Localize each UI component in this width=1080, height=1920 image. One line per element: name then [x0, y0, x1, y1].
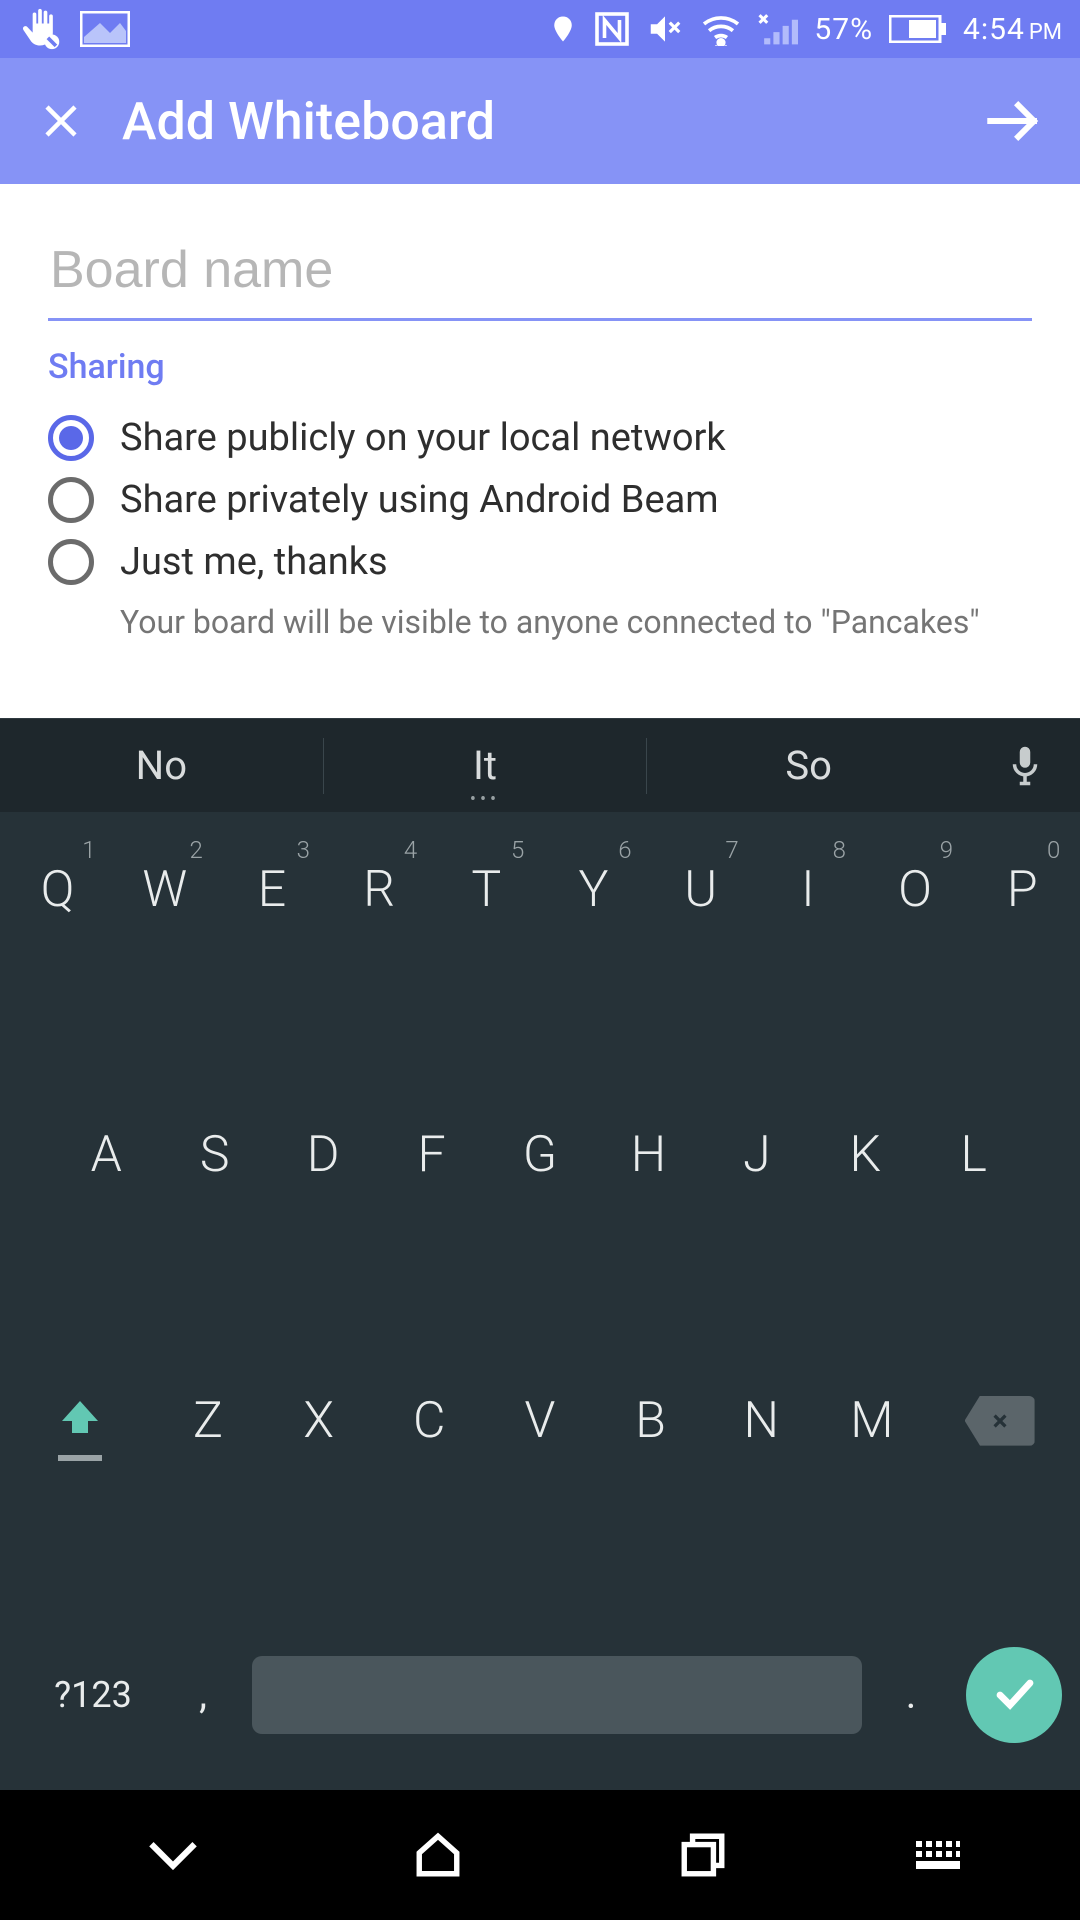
battery-percent: 57% — [814, 12, 873, 47]
screenshot-icon — [80, 11, 130, 47]
battery-icon — [889, 15, 947, 43]
sharing-label: Sharing — [48, 347, 1032, 387]
navigation-bar — [0, 1790, 1080, 1920]
suggestion-2[interactable]: It — [324, 719, 647, 812]
keyboard-toggle-icon[interactable] — [908, 1840, 968, 1870]
clock: 4:54PM — [963, 12, 1062, 47]
time-ampm: PM — [1029, 20, 1062, 45]
close-icon[interactable] — [40, 100, 82, 142]
space-key[interactable] — [252, 1656, 862, 1734]
suggestion-bar: No It So — [0, 718, 1080, 812]
suggestion-1[interactable]: No — [0, 719, 323, 812]
key-z[interactable]: Z — [160, 1361, 256, 1481]
radio-just-me[interactable]: Just me, thanks — [48, 539, 1032, 585]
key-i[interactable]: 8I — [760, 830, 856, 950]
radio-label: Share privately using Android Beam — [120, 478, 719, 522]
radio-icon — [48, 477, 94, 523]
key-m[interactable]: M — [824, 1361, 920, 1481]
radio-share-beam[interactable]: Share privately using Android Beam — [48, 477, 1032, 523]
key-r[interactable]: 4R — [331, 830, 427, 950]
next-arrow-icon[interactable] — [986, 100, 1040, 142]
backspace-key[interactable] — [935, 1361, 1065, 1481]
radio-icon — [48, 415, 94, 461]
period-key[interactable]: . — [876, 1671, 946, 1718]
radio-icon — [48, 539, 94, 585]
page-title: Add Whiteboard — [122, 91, 946, 152]
key-e[interactable]: 3E — [224, 830, 320, 950]
key-o[interactable]: 9O — [867, 830, 963, 950]
check-icon — [990, 1669, 1038, 1721]
key-h[interactable]: H — [600, 1095, 696, 1215]
key-c[interactable]: C — [381, 1361, 477, 1481]
enter-key[interactable] — [966, 1647, 1062, 1743]
sharing-helper-text: Your board will be visible to anyone con… — [120, 601, 1032, 644]
key-j[interactable]: J — [709, 1095, 805, 1215]
recents-button[interactable] — [643, 1830, 763, 1880]
hand-block-icon — [18, 7, 62, 51]
nfc-icon — [594, 11, 630, 47]
board-name-input[interactable] — [48, 230, 1032, 321]
key-row-4: ?123 , . — [4, 1626, 1076, 1764]
key-row-2: A S D F G H J K L — [4, 1095, 1076, 1215]
key-l[interactable]: L — [926, 1095, 1022, 1215]
key-v[interactable]: V — [492, 1361, 588, 1481]
key-u[interactable]: 7U — [653, 830, 749, 950]
wifi-icon — [700, 12, 742, 46]
key-x[interactable]: X — [271, 1361, 367, 1481]
shift-icon — [56, 1395, 104, 1447]
key-d[interactable]: D — [275, 1095, 371, 1215]
key-k[interactable]: K — [817, 1095, 913, 1215]
radio-share-public[interactable]: Share publicly on your local network — [48, 415, 1032, 461]
key-row-1: 1Q 2W 3E 4R 5T 6Y 7U 8I 9O 0P — [4, 830, 1076, 950]
suggestion-3[interactable]: So — [647, 719, 970, 812]
no-signal-icon — [758, 13, 798, 45]
soft-keyboard: No It So 1Q 2W 3E 4R 5T 6Y 7U 8I 9O 0P A… — [0, 718, 1080, 1790]
mic-icon[interactable] — [970, 745, 1080, 787]
key-b[interactable]: B — [603, 1361, 699, 1481]
key-g[interactable]: G — [492, 1095, 588, 1215]
mute-icon — [646, 13, 684, 45]
form-content: Sharing Share publicly on your local net… — [0, 184, 1080, 718]
key-w[interactable]: 2W — [117, 830, 213, 950]
location-icon — [548, 14, 578, 44]
key-row-3: Z X C V B N M — [4, 1361, 1076, 1481]
key-q[interactable]: 1Q — [10, 830, 106, 950]
time: 4:54 — [963, 12, 1025, 47]
radio-label: Just me, thanks — [120, 540, 388, 584]
key-s[interactable]: S — [167, 1095, 263, 1215]
comma-key[interactable]: , — [168, 1671, 238, 1718]
key-f[interactable]: F — [384, 1095, 480, 1215]
radio-label: Share publicly on your local network — [120, 416, 726, 460]
key-n[interactable]: N — [713, 1361, 809, 1481]
key-p[interactable]: 0P — [974, 830, 1070, 950]
key-y[interactable]: 6Y — [546, 830, 642, 950]
key-t[interactable]: 5T — [438, 830, 534, 950]
shift-key[interactable] — [15, 1361, 145, 1481]
app-bar: Add Whiteboard — [0, 58, 1080, 184]
backspace-icon — [965, 1396, 1035, 1446]
key-a[interactable]: A — [58, 1095, 154, 1215]
symbols-key[interactable]: ?123 — [18, 1674, 168, 1716]
back-button[interactable] — [113, 1838, 233, 1872]
home-button[interactable] — [378, 1830, 498, 1880]
status-bar: 57% 4:54PM — [0, 0, 1080, 58]
